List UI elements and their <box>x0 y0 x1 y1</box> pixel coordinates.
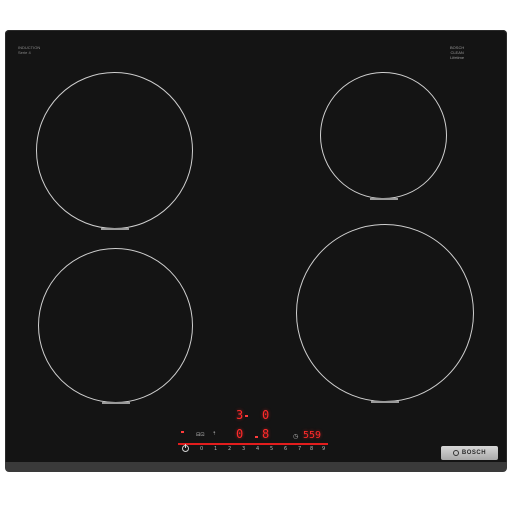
front-left-level-display: 0 <box>236 427 244 441</box>
zone-marker <box>369 198 398 200</box>
power-icon[interactable] <box>182 444 189 452</box>
zone-marker <box>371 401 399 403</box>
boost-indicator <box>181 431 184 433</box>
power-level-4[interactable]: 4 <box>256 446 259 452</box>
lock-icon[interactable]: ⊟⊡ <box>196 432 204 438</box>
boost-icon[interactable]: ⇡ <box>212 431 216 437</box>
power-level-6[interactable]: 6 <box>284 446 287 452</box>
front-right-level-display: 8 <box>262 427 270 441</box>
power-level-8[interactable]: 8 <box>310 446 313 452</box>
brand-badge: BOSCH <box>441 446 498 460</box>
rear-left-indicator <box>245 415 248 417</box>
cooking-zone-front-right[interactable] <box>296 224 474 403</box>
timer-icon[interactable]: ◷ <box>293 433 298 440</box>
rear-left-level-display: 3 <box>236 408 244 422</box>
cooking-zone-rear-left[interactable] <box>36 72 193 230</box>
power-level-7[interactable]: 7 <box>298 446 301 452</box>
bosch-logo-icon <box>452 450 459 456</box>
power-level-3[interactable]: 3 <box>242 446 245 452</box>
cooking-zone-rear-right[interactable] <box>320 72 447 200</box>
timer-display: 559 <box>303 430 322 441</box>
series-name-label: Serie 4 <box>18 50 31 55</box>
clean-label: BOSCH CLEAN Lifetime <box>450 45 464 60</box>
power-level-2[interactable]: 2 <box>228 446 231 452</box>
zone-select-indicator <box>255 436 258 438</box>
cooking-zone-front-left[interactable] <box>38 248 193 404</box>
series-label: INDUCTION Serie 4 <box>18 45 40 55</box>
brand-name: BOSCH <box>461 450 487 456</box>
power-level-9[interactable]: 9 <box>322 446 325 452</box>
zone-marker <box>101 402 130 404</box>
power-level-1[interactable]: 1 <box>214 446 217 452</box>
touch-control-strip[interactable] <box>178 443 328 445</box>
power-level-5[interactable]: 5 <box>270 446 273 452</box>
lifetime-text: Lifetime <box>450 55 465 60</box>
cooktop-frame <box>5 462 507 472</box>
zone-marker <box>100 228 129 230</box>
rear-right-level-display: 0 <box>262 408 270 422</box>
power-level-0[interactable]: 0 <box>200 446 203 452</box>
